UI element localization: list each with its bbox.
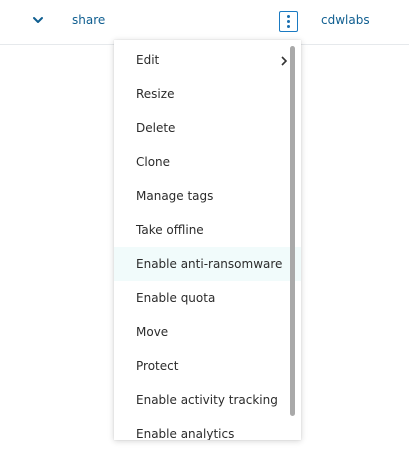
menu-item-label: Delete bbox=[136, 121, 176, 135]
menu-item-label: Enable analytics bbox=[136, 427, 235, 440]
menu-item-label: Clone bbox=[136, 155, 171, 169]
menu-item-take-offline[interactable]: Take offline bbox=[114, 213, 301, 247]
menu-item-label: Move bbox=[136, 325, 169, 339]
owner-link[interactable]: cdwlabs bbox=[321, 13, 370, 27]
menu-item-label: Enable quota bbox=[136, 291, 216, 305]
menu-item-delete[interactable]: Delete bbox=[114, 111, 301, 145]
menu-item-enable-anti-ransomware[interactable]: Enable anti-ransomware bbox=[114, 247, 301, 281]
menu-item-move[interactable]: Move bbox=[114, 315, 301, 349]
menu-item-clone[interactable]: Clone bbox=[114, 145, 301, 179]
chevron-down-icon[interactable] bbox=[31, 13, 45, 27]
menu-item-label: Enable activity tracking bbox=[136, 393, 278, 407]
actions-menu-list: Edit Resize Delete Clone Manage tags Take off… bbox=[114, 43, 301, 440]
more-actions-button[interactable] bbox=[279, 11, 298, 32]
menu-item-enable-quota[interactable]: Enable quota bbox=[114, 281, 301, 315]
menu-item-resize[interactable]: Resize bbox=[114, 77, 301, 111]
menu-item-label: Resize bbox=[136, 87, 175, 101]
menu-item-label: Take offline bbox=[136, 223, 204, 237]
share-name-link[interactable]: share bbox=[72, 13, 105, 27]
top-bar: share cdwlabs bbox=[0, 0, 409, 45]
menu-item-label: Enable anti-ransomware bbox=[136, 257, 283, 271]
menu-item-protect[interactable]: Protect bbox=[114, 349, 301, 383]
chevron-right-icon bbox=[281, 56, 288, 66]
menu-item-manage-tags[interactable]: Manage tags bbox=[114, 179, 301, 213]
menu-item-label: Edit bbox=[136, 53, 160, 67]
menu-item-label: Manage tags bbox=[136, 189, 214, 203]
menu-item-enable-analytics[interactable]: Enable analytics bbox=[114, 417, 301, 440]
menu-item-edit[interactable]: Edit bbox=[114, 43, 301, 77]
menu-scrollbar-thumb[interactable] bbox=[290, 46, 295, 416]
menu-item-label: Protect bbox=[136, 359, 179, 373]
actions-dropdown-menu: Edit Resize Delete Clone Manage tags Take off… bbox=[114, 40, 301, 440]
menu-item-enable-activity-tracking[interactable]: Enable activity tracking bbox=[114, 383, 301, 417]
